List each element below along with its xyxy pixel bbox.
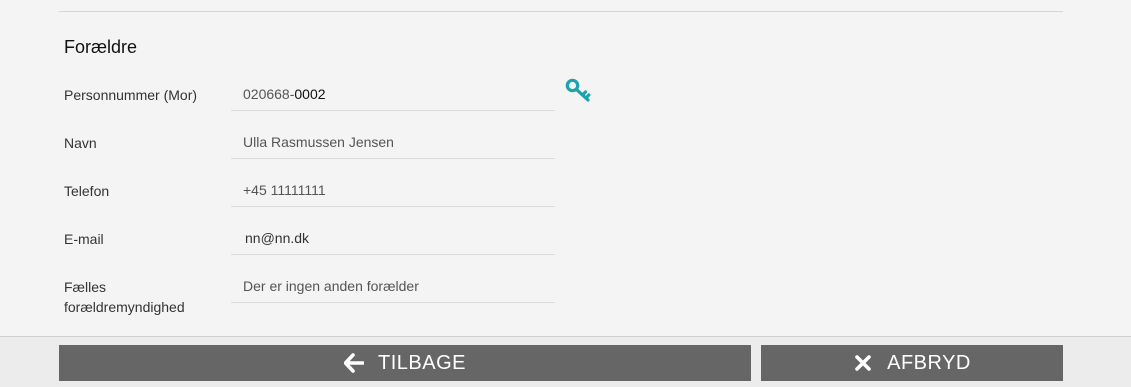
phone-value: +45 11111111 [243,182,326,198]
phone-label: Telefon [64,183,110,199]
phone-field[interactable]: +45 11111111 [231,176,555,207]
cpr-value-prefix: 020668- [243,86,295,102]
bottom-action-bar: TILBAGE AFBRYD [0,336,1131,387]
name-field[interactable]: Ulla Rasmussen Jensen [231,128,555,159]
back-button[interactable]: TILBAGE [59,345,751,381]
email-value: nn@nn.dk [245,230,310,246]
custody-field[interactable]: Der er ingen anden forælder [231,272,555,303]
close-icon [853,353,873,373]
cpr-value-suffix: 0002 [294,86,326,102]
cancel-button-label: AFBRYD [887,351,971,374]
name-label: Navn [64,135,97,151]
custody-label: Fælles forældremyndighed [64,277,224,317]
section-title: Forældre [64,37,138,57]
custody-label-line1: Fælles [64,279,107,295]
key-icon[interactable] [564,77,592,105]
cpr-value: 020668-0002 [243,86,326,102]
cpr-field[interactable]: 020668-0002 [231,80,555,111]
top-divider [59,11,1063,12]
email-label: E-mail [64,231,104,247]
arrow-left-icon [344,353,364,373]
cpr-label: Personnummer (Mor) [64,87,198,103]
email-field[interactable]: nn@nn.dk [231,224,555,255]
name-value: Ulla Rasmussen Jensen [243,134,394,150]
custody-label-line2: forældremyndighed [64,299,185,315]
cancel-button[interactable]: AFBRYD [761,345,1063,381]
custody-value: Der er ingen anden forælder [243,278,419,294]
back-button-label: TILBAGE [378,351,466,374]
parents-form-page: Forældre Personnummer (Mor) 020668-0002 … [0,0,1131,387]
